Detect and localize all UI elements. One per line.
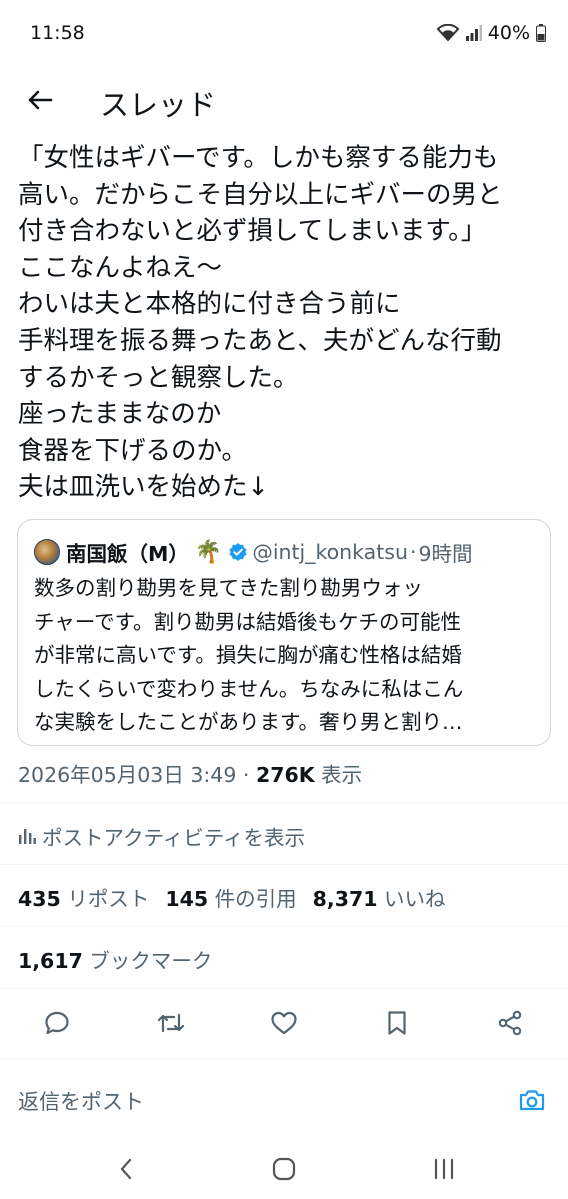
divider (0, 802, 568, 803)
status-time: 11:58 (30, 22, 85, 44)
wifi-icon (436, 24, 460, 42)
home-circle-icon (272, 1157, 296, 1181)
status-indicators: 40% (436, 22, 546, 44)
battery-icon (536, 24, 546, 42)
palm-tree-emoji: 🌴 (194, 539, 223, 565)
bookmark-count-link[interactable]: 1,617 ブックマーク (18, 944, 212, 974)
quoted-author-name: 南国飯（M） (66, 542, 189, 566)
reply-composer[interactable]: 返信をポスト (0, 1070, 568, 1130)
post-timestamp[interactable]: 2026年05月03日 3:49 · (18, 763, 256, 787)
verified-badge-icon (228, 542, 248, 562)
recents-icon (434, 1158, 454, 1180)
reply-button[interactable] (41, 1007, 73, 1039)
quoted-post-time: 9時間 (418, 542, 473, 566)
post-activity-link[interactable]: ポストアクティビティを表示 (18, 820, 305, 852)
system-nav-bar (0, 1140, 568, 1199)
view-label: 表示 (314, 763, 363, 787)
bookmark-button[interactable] (381, 1007, 413, 1039)
arrow-left-icon (28, 90, 53, 110)
view-count: 276K (255, 763, 315, 787)
like-count-link[interactable]: 8,371 いいね (313, 887, 446, 911)
like-button[interactable] (268, 1007, 300, 1039)
engagement-counts: 435 リポスト 145 件の引用 8,371 いいね (18, 882, 446, 912)
repost-count-link[interactable]: 435 リポスト (18, 887, 149, 911)
divider (0, 1058, 568, 1059)
separator-dot: · (409, 540, 417, 564)
retweet-icon (157, 1013, 185, 1033)
quoted-post-text: 数多の割り勘男を見てきた割り勘男ウォッ チャーです。割り勘男は結婚後もケチの可能… (34, 576, 464, 734)
signal-icon (465, 25, 482, 41)
divider (0, 864, 568, 865)
nav-back-button[interactable] (106, 1152, 146, 1186)
back-button[interactable] (20, 82, 60, 118)
quoted-post-header: 南国飯（M） 🌴 @intj_konkatsu · 9時間 (34, 538, 473, 566)
bookmark-label: ブックマーク (82, 949, 213, 973)
bar-chart-icon (19, 829, 36, 844)
avatar (34, 539, 60, 565)
divider (0, 988, 568, 989)
post-activity-label: ポストアクティビティを表示 (42, 826, 306, 850)
quoted-post[interactable]: 南国飯（M） 🌴 @intj_konkatsu · 9時間 数多の割り勘男を見て… (17, 519, 551, 746)
thread-header: スレッド (0, 70, 568, 132)
page-title: スレッド (100, 88, 217, 122)
repost-button[interactable] (155, 1007, 187, 1039)
battery-percent: 40% (487, 22, 530, 44)
share-button[interactable] (494, 1007, 526, 1039)
camera-icon (519, 1090, 545, 1111)
nav-recents-button[interactable] (424, 1152, 464, 1186)
divider (0, 926, 568, 927)
post-meta: 2026年05月03日 3:49 · 276K 表示 (18, 758, 362, 788)
share-icon (498, 1010, 522, 1036)
quoted-author-handle: @intj_konkatsu (252, 540, 408, 564)
bookmark-icon (388, 1011, 406, 1035)
status-bar: 11:58 40% (0, 0, 568, 70)
reply-icon (45, 1011, 69, 1035)
quote-count-link[interactable]: 145 件の引用 (165, 887, 296, 911)
nav-home-button[interactable] (264, 1152, 304, 1186)
bookmark-count: 1,617 (18, 949, 83, 973)
action-bar (0, 1003, 568, 1043)
tweet-text: 「女性はギバーです。しかも察する能力も 高い。だからこそ自分以上にギバーの男と … (18, 143, 503, 503)
heart-icon (271, 1011, 297, 1035)
camera-button[interactable] (516, 1084, 548, 1116)
chevron-left-icon (120, 1158, 132, 1180)
reply-input-placeholder[interactable]: 返信をポスト (18, 1086, 144, 1116)
